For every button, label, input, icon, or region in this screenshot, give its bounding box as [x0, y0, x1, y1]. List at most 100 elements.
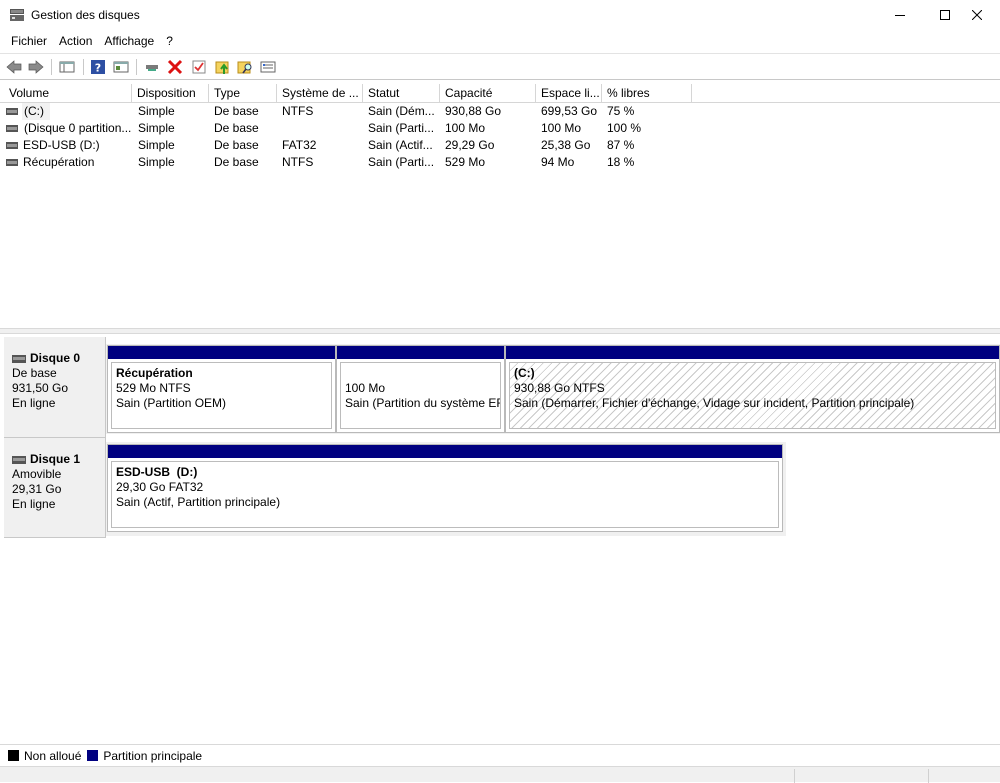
- cell-status: Sain (Parti...: [368, 155, 435, 169]
- col-status[interactable]: Statut: [363, 84, 440, 103]
- partition-size: 529 Mo NTFS: [116, 381, 191, 395]
- toolbar: ?: [0, 53, 1000, 80]
- legend-unallocated: Non alloué: [8, 749, 81, 763]
- cell-status: Sain (Dém...: [368, 104, 435, 118]
- cell-volume: (Disque 0 partition...: [24, 121, 132, 135]
- cell-disposition: Simple: [138, 138, 175, 152]
- menu-bar: Fichier Action Affichage ?: [0, 30, 1000, 52]
- partition-esd-usb[interactable]: ESD-USB (D:) 29,30 Go FAT32 Sain (Actif,…: [107, 444, 783, 532]
- cell-type: De base: [214, 104, 259, 118]
- cell-disposition: Simple: [138, 121, 175, 135]
- cell-status: Sain (Actif...: [368, 138, 433, 152]
- disk-0-type: De base: [12, 366, 57, 380]
- disk-management-icon: [9, 8, 25, 22]
- menu-affichage[interactable]: Affichage: [98, 30, 160, 52]
- drive-icon: [6, 142, 18, 149]
- disk-icon: [12, 354, 26, 363]
- delete-icon[interactable]: [166, 58, 184, 76]
- disk-0-name: Disque 0: [30, 351, 81, 365]
- partition-status: Sain (Démarrer, Fichier d'échange, Vidag…: [514, 396, 915, 410]
- cell-type: De base: [214, 121, 259, 135]
- table-row[interactable]: ESD-USB (D:) Simple De base FAT32 Sain (…: [0, 137, 700, 154]
- menu-fichier[interactable]: Fichier: [5, 30, 53, 52]
- minimize-button[interactable]: [877, 0, 923, 30]
- cell-percent-free: 100 %: [607, 121, 642, 135]
- cell-percent-free: 75 %: [607, 104, 635, 118]
- cell-filesystem: NTFS: [282, 155, 314, 169]
- legend-primary-partition: Partition principale: [87, 749, 202, 763]
- partition-efi[interactable]: 100 Mo Sain (Partition du système EF: [336, 345, 505, 433]
- cell-free-space: 94 Mo: [541, 155, 575, 169]
- col-disposition[interactable]: Disposition: [132, 84, 209, 103]
- col-percent-free[interactable]: % libres: [602, 84, 692, 103]
- col-filesystem[interactable]: Système de ...: [277, 84, 363, 103]
- menu-help[interactable]: ?: [160, 30, 179, 52]
- partition-status: Sain (Partition du système EF: [345, 396, 500, 410]
- disk-0-label[interactable]: Disque 0 De base 931,50 Go En ligne: [4, 337, 106, 438]
- cell-capacity: 29,29 Go: [445, 138, 495, 152]
- cell-volume: ESD-USB (D:): [23, 138, 100, 152]
- legend: Non alloué Partition principale: [0, 744, 1000, 766]
- cell-type: De base: [214, 138, 259, 152]
- window-title: Gestion des disques: [31, 8, 140, 22]
- menu-action[interactable]: Action: [53, 30, 98, 52]
- table-row[interactable]: (C:) Simple De base NTFS Sain (Dém... 93…: [0, 103, 700, 120]
- col-volume[interactable]: Volume: [4, 84, 132, 103]
- console-tree-icon[interactable]: [58, 58, 76, 76]
- list-header: Volume Disposition Type Système de ... S…: [0, 84, 1000, 103]
- search-folder-icon[interactable]: [236, 58, 254, 76]
- drive-icon: [6, 108, 18, 115]
- close-button[interactable]: [954, 0, 1000, 30]
- properties-view-icon[interactable]: [112, 58, 130, 76]
- cell-type: De base: [214, 155, 259, 169]
- partition-name: Récupération: [116, 366, 193, 380]
- legend-swatch: [87, 750, 99, 761]
- disk-icon: [12, 455, 26, 464]
- cell-filesystem: NTFS: [282, 104, 314, 118]
- partition-recuperation[interactable]: Récupération 529 Mo NTFS Sain (Partition…: [107, 345, 336, 433]
- col-capacity[interactable]: Capacité: [440, 84, 536, 103]
- cell-free-space: 100 Mo: [541, 121, 582, 135]
- cell-free-space: 25,38 Go: [541, 138, 591, 152]
- status-bar: [0, 766, 1000, 783]
- back-icon[interactable]: [5, 58, 23, 76]
- disk-1-size: 29,31 Go: [12, 482, 62, 496]
- disk-1-name: Disque 1: [30, 452, 81, 466]
- partition-size: 100 Mo: [345, 381, 386, 395]
- partition-status: Sain (Partition OEM): [116, 396, 227, 410]
- folder-up-icon[interactable]: [214, 58, 232, 76]
- drive-icon: [6, 159, 18, 166]
- cell-percent-free: 18 %: [607, 155, 635, 169]
- partition-name: (C:): [514, 366, 535, 380]
- connect-icon[interactable]: [143, 58, 161, 76]
- partition-name: [345, 366, 500, 381]
- volume-list: Volume Disposition Type Système de ... S…: [0, 82, 1000, 328]
- forward-icon[interactable]: [27, 58, 45, 76]
- disk-1-type: Amovible: [12, 467, 62, 481]
- cell-status: Sain (Parti...: [368, 121, 435, 135]
- cell-capacity: 930,88 Go: [445, 104, 502, 118]
- drive-icon: [6, 125, 18, 132]
- cell-volume: (C:): [22, 103, 50, 120]
- col-type[interactable]: Type: [209, 84, 277, 103]
- disk-0-state: En ligne: [12, 396, 56, 410]
- properties-icon[interactable]: [259, 58, 277, 76]
- table-row[interactable]: Récupération Simple De base NTFS Sain (P…: [0, 154, 700, 171]
- cell-disposition: Simple: [138, 104, 175, 118]
- partition-c[interactable]: (C:) 930,88 Go NTFS Sain (Démarrer, Fich…: [505, 345, 1000, 433]
- svg-text:?: ?: [95, 62, 101, 75]
- disk-1-state: En ligne: [12, 497, 56, 511]
- help-icon[interactable]: ?: [89, 58, 107, 76]
- disk-1-label[interactable]: Disque 1 Amovible 29,31 Go En ligne: [4, 438, 106, 538]
- cell-capacity: 529 Mo: [445, 155, 486, 169]
- cell-filesystem: FAT32: [282, 138, 317, 152]
- partition-size: 29,30 Go FAT32: [116, 480, 204, 494]
- disk-map: Disque 0 De base 931,50 Go En ligne Récu…: [0, 334, 1000, 744]
- check-icon[interactable]: [190, 58, 208, 76]
- col-free-space[interactable]: Espace li...: [536, 84, 602, 103]
- title-bar: Gestion des disques: [0, 0, 1000, 30]
- cell-volume: Récupération: [23, 155, 95, 169]
- cell-free-space: 699,53 Go: [541, 104, 598, 118]
- partition-size: 930,88 Go NTFS: [514, 381, 605, 395]
- table-row[interactable]: (Disque 0 partition... Simple De base Sa…: [0, 120, 700, 137]
